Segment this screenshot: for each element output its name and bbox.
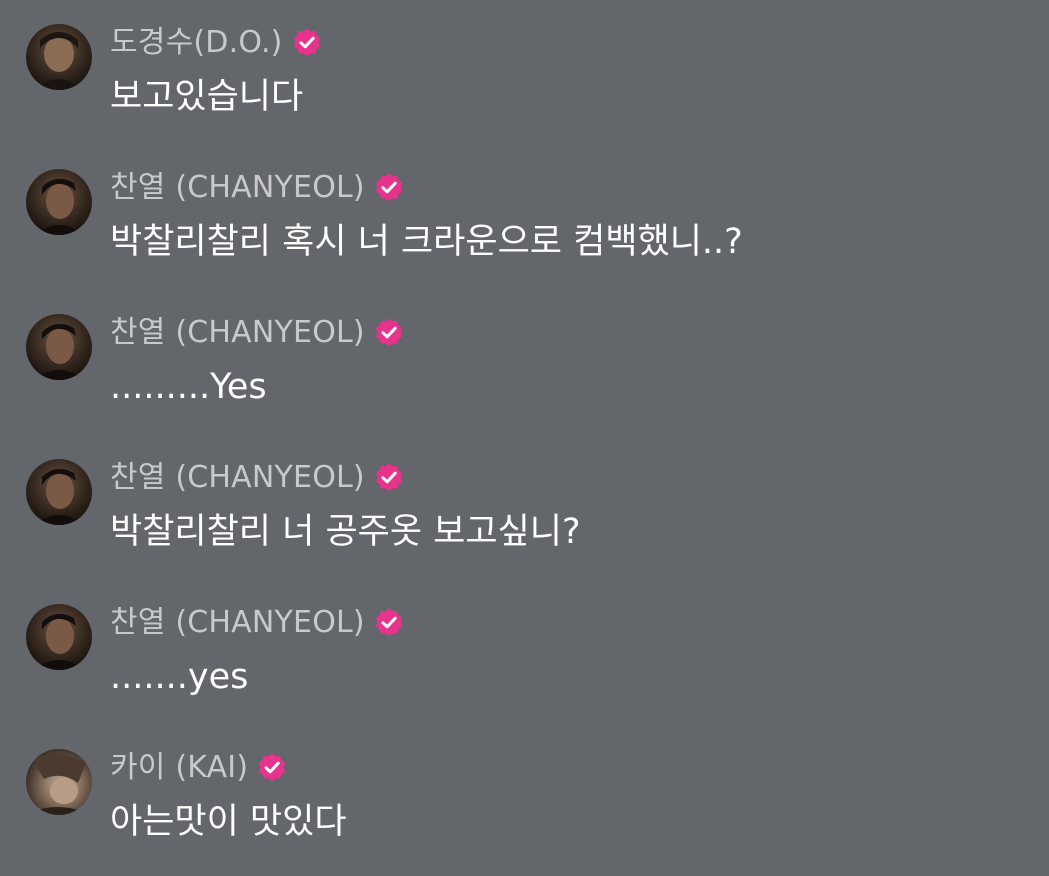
avatar[interactable]: [26, 314, 92, 380]
author-row: 찬열 (CHANYEOL): [110, 316, 405, 350]
profile-photo-icon: [34, 178, 84, 235]
message-text: 아는맛이 맛있다: [110, 802, 347, 842]
message-text: 박찰리찰리 너 공주옷 보고싶니?: [110, 512, 581, 552]
author-name[interactable]: 찬열 (CHANYEOL): [110, 606, 365, 640]
profile-photo-icon: [36, 32, 82, 90]
avatar[interactable]: [26, 604, 92, 670]
verified-badge-icon: [373, 462, 405, 494]
author-row: 도경수(D.O.): [110, 26, 323, 60]
author-name[interactable]: 카이 (KAI): [110, 751, 248, 785]
message-text: 박찰리찰리 혹시 너 크라운으로 컴백했니..?: [110, 222, 743, 262]
author-name[interactable]: 찬열 (CHANYEOL): [110, 171, 365, 205]
avatar[interactable]: [26, 459, 92, 525]
chat-message: 찬열 (CHANYEOL) 박찰리찰리 혹시 너 크라운으로 컴백했니..?: [26, 169, 1029, 289]
chat-message: 찬열 (CHANYEOL) .......yes: [26, 604, 1029, 724]
chat-message: 도경수(D.O.) 보고있습니다: [26, 24, 1029, 144]
verified-badge-icon: [291, 27, 323, 59]
chat-message: 찬열 (CHANYEOL) .........Yes: [26, 314, 1029, 434]
chat-feed: 도경수(D.O.) 보고있습니다 찬열 (CHANYEOL) 박찰리찰리 혹시 …: [0, 0, 1049, 876]
verified-badge-icon: [373, 172, 405, 204]
profile-photo-icon: [34, 468, 84, 525]
verified-badge-icon: [256, 752, 288, 784]
author-name[interactable]: 도경수(D.O.): [110, 26, 283, 60]
verified-badge-icon: [373, 317, 405, 349]
avatar[interactable]: [26, 169, 92, 235]
verified-badge-icon: [373, 607, 405, 639]
profile-photo-icon: [26, 753, 92, 815]
chat-message: 카이 (KAI) 아는맛이 맛있다: [26, 749, 1029, 869]
profile-photo-icon: [34, 323, 84, 380]
avatar[interactable]: [26, 749, 92, 815]
message-text: 보고있습니다: [110, 77, 304, 117]
author-row: 찬열 (CHANYEOL): [110, 171, 405, 205]
chat-message: 찬열 (CHANYEOL) 박찰리찰리 너 공주옷 보고싶니?: [26, 459, 1029, 579]
author-row: 찬열 (CHANYEOL): [110, 461, 405, 495]
author-name[interactable]: 찬열 (CHANYEOL): [110, 461, 365, 495]
message-text: .........Yes: [110, 367, 267, 407]
avatar[interactable]: [26, 24, 92, 90]
author-row: 카이 (KAI): [110, 751, 288, 785]
message-text: .......yes: [110, 657, 249, 697]
profile-photo-icon: [34, 613, 84, 670]
author-name[interactable]: 찬열 (CHANYEOL): [110, 316, 365, 350]
author-row: 찬열 (CHANYEOL): [110, 606, 405, 640]
